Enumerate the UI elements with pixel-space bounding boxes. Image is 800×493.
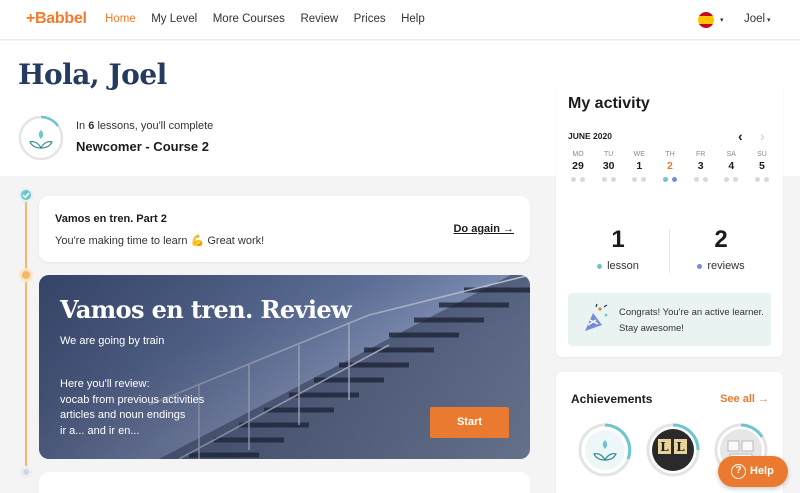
course-name: Newcomer - Course 2 xyxy=(76,139,209,154)
congrats-banner: Congrats! You're an active learner. Stay… xyxy=(568,293,771,346)
nav-help[interactable]: Help xyxy=(401,13,425,25)
reviews-stat: 2 reviews xyxy=(671,226,771,272)
lesson-message: You're making time to learn 💪 Great work… xyxy=(55,235,265,247)
current-step-icon xyxy=(19,268,33,282)
spain-flag-icon[interactable] xyxy=(698,12,714,28)
top-nav: +Babbel Home My Level More Courses Revie… xyxy=(0,0,800,40)
calendar-day[interactable]: FR 3 xyxy=(687,151,715,182)
user-caret-icon[interactable]: ▾ xyxy=(767,16,771,24)
nav-review[interactable]: Review xyxy=(300,13,338,25)
nav-links: Home My Level More Courses Review Prices… xyxy=(105,13,440,25)
calendar-week: MO 29 TU 30 WE 1 TH 2 FR 3 SA 4 SU 5 xyxy=(564,151,776,182)
see-all-link[interactable]: See all → xyxy=(720,393,769,405)
lesson-card-review: Vamos en tren. Review We are going by tr… xyxy=(39,275,530,459)
calendar-day[interactable]: TU 30 xyxy=(595,151,623,182)
nav-more-courses[interactable]: More Courses xyxy=(213,13,285,25)
calendar-day[interactable]: SA 4 xyxy=(717,151,745,182)
course-intro: In 6 lessons, you'll complete xyxy=(76,120,214,132)
nav-home[interactable]: Home xyxy=(105,13,136,25)
calendar-day[interactable]: MO 29 xyxy=(564,151,592,182)
start-button[interactable]: Start xyxy=(430,407,509,438)
calendar-day[interactable]: WE 1 xyxy=(625,151,653,182)
congrats-text: Congrats! You're an active learner. Stay… xyxy=(619,307,764,334)
party-popper-icon xyxy=(585,303,608,331)
review-subtitle: We are going by train xyxy=(60,335,165,347)
nav-prices[interactable]: Prices xyxy=(354,13,386,25)
user-menu[interactable]: Joel xyxy=(744,13,765,25)
question-icon: ? xyxy=(731,464,746,479)
babbel-logo[interactable]: +Babbel xyxy=(26,10,87,28)
page-title: Hola, Joel xyxy=(18,58,167,91)
next-week-arrow-icon[interactable]: › xyxy=(760,128,765,144)
letter-tiles-badge-icon[interactable]: L L xyxy=(646,423,700,477)
svg-text:L: L xyxy=(676,440,685,454)
activity-title: My activity xyxy=(568,95,650,112)
lesson-card-completed: Vamos en tren. Part 2 You're making time… xyxy=(39,196,530,262)
prev-week-arrow-icon[interactable]: ‹ xyxy=(738,128,743,144)
review-title: Vamos en tren. Review xyxy=(60,295,352,324)
nav-my-level[interactable]: My Level xyxy=(151,13,197,25)
achievements-title: Achievements xyxy=(571,392,653,406)
course-progress-icon xyxy=(18,115,64,161)
do-again-link[interactable]: Do again → xyxy=(453,223,514,235)
timeline-line xyxy=(25,196,27,476)
svg-text:L: L xyxy=(660,440,669,454)
lessons-stat: 1 lesson xyxy=(568,226,668,272)
activity-panel: My activity JUNE 2020 ‹ › MO 29 TU 30 WE… xyxy=(556,81,783,357)
sprout-badge-icon[interactable] xyxy=(578,423,632,477)
review-contents: Here you'll review: vocab from previous … xyxy=(60,378,205,437)
lesson-card-next[interactable] xyxy=(39,472,530,493)
completed-check-icon xyxy=(19,188,33,202)
language-caret-icon[interactable]: ▾ xyxy=(720,16,724,24)
calendar-day[interactable]: SU 5 xyxy=(748,151,776,182)
calendar-day-today[interactable]: TH 2 xyxy=(656,151,684,182)
activity-stats: 1 lesson 2 reviews xyxy=(568,226,771,276)
calendar-month: JUNE 2020 xyxy=(568,131,612,141)
help-button[interactable]: ? Help xyxy=(718,456,788,487)
lesson-title: Vamos en tren. Part 2 xyxy=(55,213,167,225)
upcoming-step-icon xyxy=(20,466,32,478)
